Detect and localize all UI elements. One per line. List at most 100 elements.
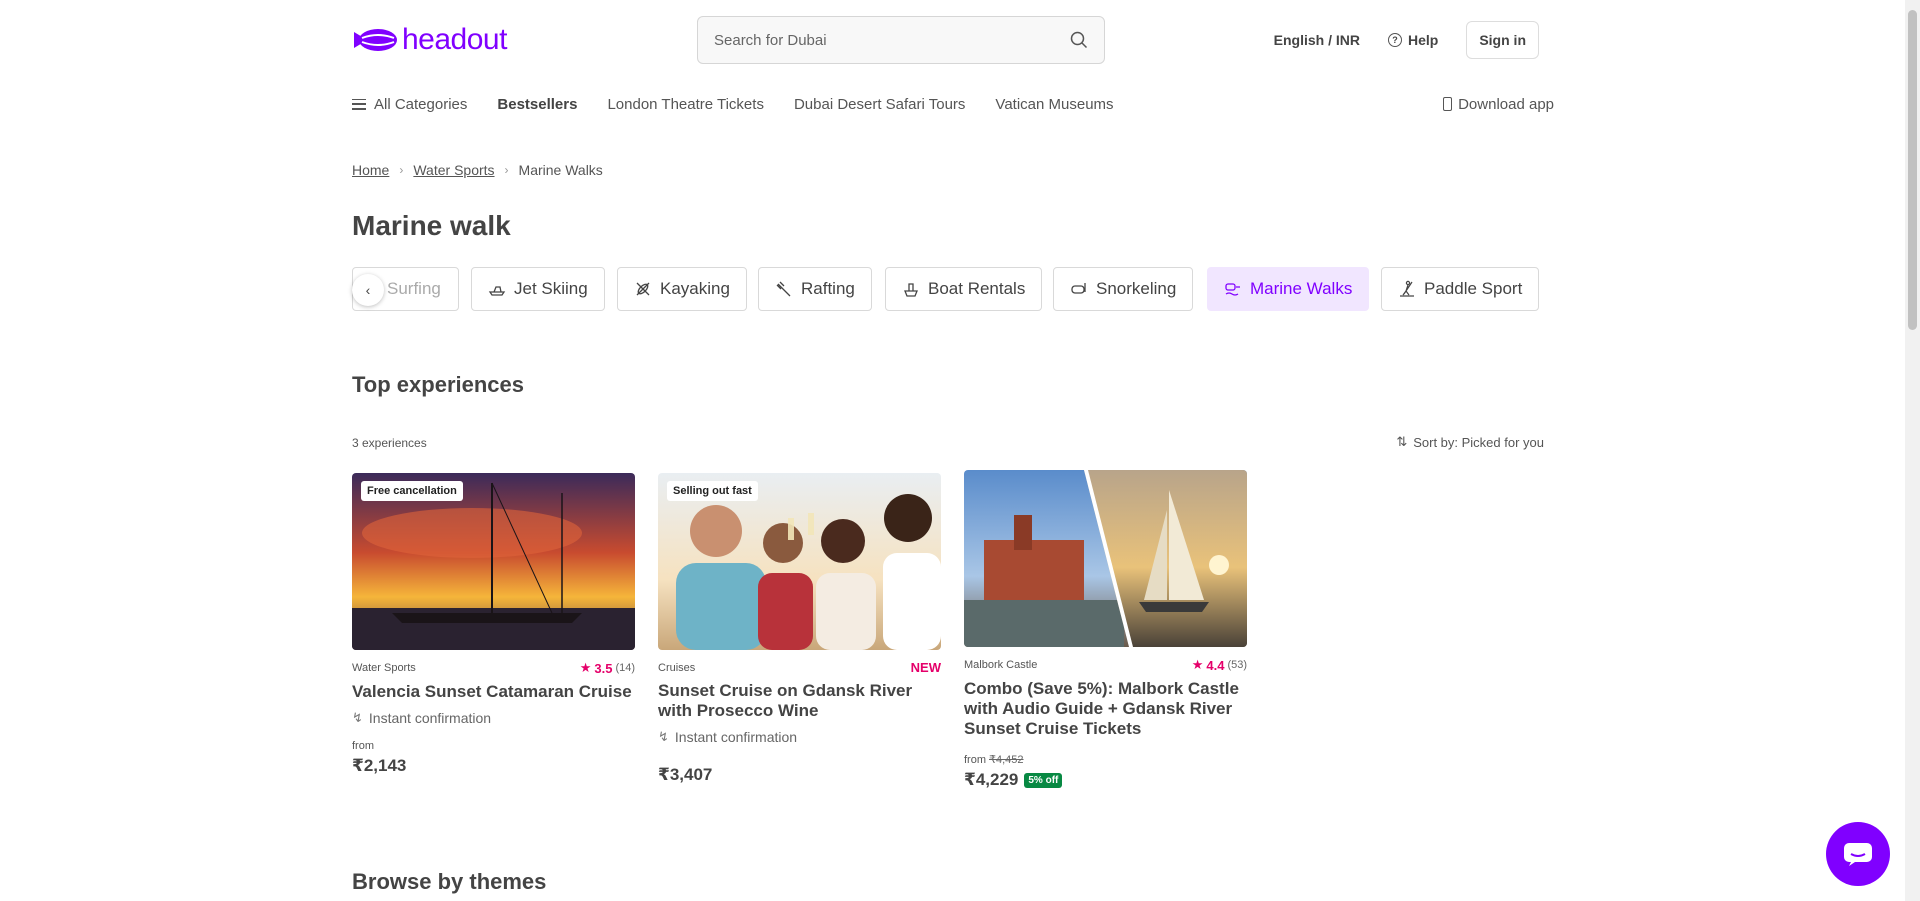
nav-item-london-theatre[interactable]: London Theatre Tickets	[607, 96, 764, 113]
instant-label: Instant confirmation	[368, 710, 492, 726]
nav-item-bestsellers[interactable]: Bestsellers	[497, 96, 577, 113]
from-label: from	[352, 740, 374, 752]
download-app-label: Download app	[1458, 95, 1554, 113]
chip-label: Kayaking	[660, 279, 730, 298]
language-currency-selector[interactable]: English / INR	[1274, 32, 1360, 48]
sort-dropdown[interactable]: ⇅ Sort by: Picked for you	[1396, 434, 1544, 450]
price-value: ₹4,229	[964, 770, 1019, 789]
chip-boat-rentals[interactable]: Boat Rentals	[885, 267, 1043, 311]
kayak-icon	[636, 282, 650, 296]
chip-rafting[interactable]: Rafting	[758, 267, 872, 311]
new-tag: NEW	[910, 660, 941, 675]
experience-card[interactable]: Selling out fast Cruises NEW Sunset Crui…	[658, 473, 941, 785]
star-icon: ★	[579, 660, 592, 675]
browse-by-themes-heading: Browse by themes	[352, 869, 547, 894]
chip-label: Surfing	[387, 279, 441, 298]
price: ₹2,143	[352, 756, 635, 776]
experience-image[interactable]: Selling out fast	[658, 473, 941, 650]
all-categories-menu[interactable]: All Categories	[352, 96, 467, 113]
page-title: Marine walk	[352, 210, 511, 241]
breadcrumb-water-sports[interactable]: Water Sports	[413, 162, 494, 178]
price-value: ₹2,143	[352, 756, 407, 775]
chevron-right-icon: ›	[504, 163, 509, 177]
sort-label: Sort by: Picked for you	[1413, 434, 1544, 450]
experience-count: 3 experiences	[352, 436, 427, 450]
phone-icon	[1443, 97, 1453, 111]
breadcrumb-home[interactable]: Home	[352, 162, 389, 178]
sort-arrows-icon: ⇅	[1396, 434, 1408, 449]
chip-snorkeling[interactable]: Snorkeling	[1053, 267, 1194, 311]
sign-in-button[interactable]: Sign in	[1466, 21, 1539, 59]
lightning-icon: ↯	[352, 710, 363, 725]
card-category[interactable]: Cruises	[658, 662, 695, 674]
lightning-icon: ↯	[658, 729, 669, 744]
experience-image[interactable]: Free cancellation	[352, 473, 635, 650]
original-price: ₹4,452	[989, 754, 1024, 766]
chip-label: Boat Rentals	[928, 279, 1026, 298]
instant-confirmation: ↯ Instant confirmation	[352, 710, 635, 726]
download-app-link[interactable]: Download app	[1443, 92, 1554, 116]
chip-marine-walks[interactable]: Marine Walks	[1207, 267, 1370, 311]
headout-logo[interactable]: headout	[352, 20, 507, 60]
help-label: Help	[1407, 32, 1439, 48]
review-count: (53)	[1227, 659, 1247, 671]
blimp-logo-icon	[354, 29, 397, 51]
chip-kayaking[interactable]: Kayaking	[617, 267, 747, 311]
subcategory-chips: ‹ Surfing Jet Skiing Kayaking Rafting Bo…	[352, 267, 1552, 312]
experience-image[interactable]	[964, 470, 1247, 647]
breadcrumb-current: Marine Walks	[518, 162, 603, 178]
experience-card[interactable]: Free cancellation Water Sports ★ 3.5 (14…	[352, 473, 635, 776]
chip-label: Snorkeling	[1096, 279, 1177, 298]
card-category[interactable]: Water Sports	[352, 662, 416, 674]
chip-label: Jet Skiing	[514, 279, 588, 298]
nav-item-dubai-desert-safari[interactable]: Dubai Desert Safari Tours	[794, 96, 965, 113]
search-input[interactable]: Search for Dubai	[714, 32, 1070, 49]
snorkel-icon	[1071, 283, 1086, 294]
chip-paddle-sport[interactable]: Paddle Sport	[1381, 267, 1540, 311]
chip-label: Rafting	[801, 279, 855, 298]
card-title[interactable]: Sunset Cruise on Gdansk River with Prose…	[658, 681, 941, 721]
nav-item-vatican-museums[interactable]: Vatican Museums	[995, 96, 1113, 113]
card-title[interactable]: Valencia Sunset Catamaran Cruise	[352, 682, 635, 702]
raft-icon	[776, 281, 791, 297]
instant-label: Instant confirmation	[674, 729, 798, 745]
instant-confirmation: ↯ Instant confirmation	[658, 729, 941, 745]
search-icon[interactable]	[1070, 31, 1088, 49]
price: ₹4,229 5% off	[964, 770, 1247, 790]
from-label: from ₹4,452	[964, 753, 1247, 766]
chip-label: Paddle Sport	[1424, 279, 1523, 298]
page-scrollbar[interactable]	[1905, 0, 1920, 901]
help-link[interactable]: ? Help	[1387, 32, 1439, 48]
rating: ★ 4.4 (53)	[1192, 657, 1247, 673]
header: headout Search for Dubai English / INR ?…	[0, 0, 1905, 80]
all-categories-label: All Categories	[374, 95, 468, 113]
rating-score: 4.4	[1206, 657, 1225, 673]
chip-jet-skiing[interactable]: Jet Skiing	[471, 267, 605, 311]
selling-out-fast-badge: Selling out fast	[667, 481, 758, 501]
marine-walk-icon	[1225, 283, 1240, 296]
chat-bubble-icon	[1844, 843, 1872, 866]
experience-card[interactable]: Malbork Castle ★ 4.4 (53) Combo (Save 5%…	[964, 470, 1247, 790]
price: ₹3,407	[658, 765, 941, 785]
chip-label: Marine Walks	[1250, 279, 1353, 298]
card-title[interactable]: Combo (Save 5%): Malbork Castle with Aud…	[964, 679, 1247, 739]
jetski-icon	[488, 286, 506, 296]
top-experiences-heading: Top experiences	[352, 372, 524, 397]
breadcrumb: Home › Water Sports › Marine Walks	[352, 162, 603, 178]
paddle-icon	[1400, 280, 1414, 297]
chevron-left-icon[interactable]: ‹	[352, 274, 384, 306]
question-circle-icon: ?	[1387, 33, 1402, 47]
logo-text: headout	[402, 23, 507, 56]
price-value: ₹3,407	[658, 765, 713, 784]
card-category[interactable]: Malbork Castle	[964, 659, 1037, 671]
category-nav: All Categories Bestsellers London Theatr…	[352, 92, 1114, 116]
castle-sailboat-photo	[964, 470, 1247, 647]
scrollbar-thumb[interactable]	[1908, 10, 1917, 330]
rating-score: 3.5	[594, 660, 613, 676]
free-cancellation-badge: Free cancellation	[361, 481, 463, 501]
chat-button[interactable]	[1826, 822, 1890, 886]
discount-badge: 5% off	[1024, 772, 1063, 788]
boat-icon	[904, 283, 918, 297]
search-bar[interactable]: Search for Dubai	[697, 16, 1105, 64]
from-text: from	[964, 754, 986, 766]
